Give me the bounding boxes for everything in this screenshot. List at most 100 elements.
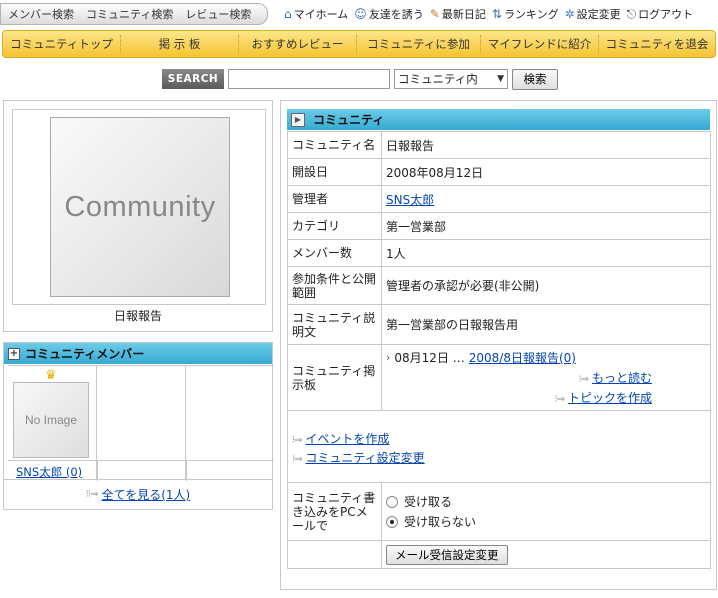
board-topic-link[interactable]: 2008/8日報報告(0)	[469, 349, 576, 366]
name-label: コミュニティ名	[287, 131, 382, 159]
create-event-link[interactable]: イベントを作成	[305, 432, 389, 446]
search-button[interactable]: 検索	[512, 68, 558, 90]
mail-label: コミュニティ書き込みをPCメールで	[287, 482, 382, 541]
pencil-icon: ✎	[429, 7, 440, 21]
my-home-link[interactable]: ⌂ マイホーム	[284, 6, 348, 22]
review-search-link[interactable]: レビュー検索	[185, 6, 251, 22]
chevron-right-icon: ›	[386, 351, 391, 364]
create-topic-link[interactable]: トピックを作成	[568, 391, 652, 405]
settings-label: 設定変更	[576, 8, 621, 21]
see-all-members-link[interactable]: 全てを見る(1人)	[101, 486, 190, 503]
home-icon: ⌂	[284, 7, 292, 21]
community-photo-panel: Community 日報報告	[3, 100, 273, 332]
community-info-header: ▶ コミュニティ	[287, 109, 710, 130]
arrow-icon: ⁝⇒	[292, 453, 303, 465]
community-info-table: コミュニティ名 日報報告 開設日 2008年08月12日 管理者 SNS太郎 カ…	[287, 131, 711, 569]
menu-community-top[interactable]: コミュニティトップ	[3, 35, 121, 53]
community-image: Community	[50, 117, 230, 297]
receive-option[interactable]: 受け取る	[386, 493, 706, 510]
community-name-caption: 日報報告	[113, 309, 162, 323]
community-image-text: Community	[64, 190, 216, 223]
member-avatar[interactable]: No Image	[13, 382, 89, 458]
ranking-icon: ⇅	[491, 7, 502, 21]
mail-button-cell: メール受信設定変更	[381, 540, 711, 569]
invite-icon: ☺	[354, 7, 367, 21]
arrow-icon: ⁝⇒	[292, 434, 303, 446]
members-header: + コミュニティメンバー	[4, 343, 272, 364]
play-icon: ▶	[291, 112, 305, 127]
read-more-row: ⁝⇒ もっと読む	[386, 369, 652, 386]
create-topic-row: ⁝⇒ トピックを作成	[386, 389, 652, 406]
search-scope-value: コミュニティ内	[398, 72, 478, 86]
invite-friends-link[interactable]: ☺ 友達を誘う	[354, 6, 424, 22]
community-info-panel: ▶ コミュニティ コミュニティ名 日報報告 開設日 2008年08月12日 管理…	[280, 100, 717, 590]
settings-link[interactable]: ✲ 設定変更	[565, 6, 621, 22]
description-value: 第一営業部の日報報告用	[381, 304, 711, 345]
latest-diary-label: 最新日記	[441, 8, 486, 21]
chevron-down-icon: ▼	[497, 74, 504, 84]
logout-link[interactable]: ⎋ ログアウト	[627, 6, 694, 22]
not-receive-option[interactable]: 受け取らない	[386, 513, 706, 530]
invite-friends-label: 友達を誘う	[368, 8, 424, 21]
menu-recommended-reviews[interactable]: おすすめレビュー	[239, 35, 357, 53]
members-footer: ⁝⁝⇒ 全てを見る(1人)	[4, 479, 272, 509]
menu-introduce-friend[interactable]: マイフレンドに紹介	[481, 35, 599, 53]
opened-value: 2008年08月12日	[381, 158, 711, 186]
member-search-link[interactable]: メンバー検索	[8, 6, 74, 22]
table-row: 開設日 2008年08月12日	[287, 158, 711, 186]
table-row: 参加条件と公開範囲 管理者の承認が必要(非公開)	[287, 266, 711, 305]
community-settings-link[interactable]: コミュニティ設定変更	[305, 451, 424, 465]
menu-board[interactable]: 掲 示 板	[121, 35, 239, 53]
expand-icon[interactable]: +	[8, 347, 20, 360]
member-name-link[interactable]: SNS太郎 (0)	[16, 464, 82, 480]
member-name-row: SNS太郎 (0)	[8, 460, 274, 481]
join-condition-label: 参加条件と公開範囲	[287, 266, 382, 305]
member-count-value: 1人	[381, 239, 711, 267]
my-home-label: マイホーム	[293, 8, 349, 21]
receive-radio[interactable]	[386, 495, 398, 508]
search-scope-select[interactable]: コミュニティ内 ▼	[394, 69, 508, 89]
no-image-text: No Image	[24, 413, 78, 427]
arrow-icon: ⁝⇒	[578, 374, 590, 385]
board-actions: ⁝⇒ もっと読む ⁝⇒ トピックを作成	[386, 369, 706, 406]
ranking-label: ランキング	[503, 8, 559, 21]
menu-join-community[interactable]: コミュニティに参加	[357, 35, 481, 53]
table-row: コミュニティ説明文 第一営業部の日報報告用	[287, 304, 711, 345]
admin-link[interactable]: SNS太郎	[386, 193, 434, 207]
logout-label: ログアウト	[638, 8, 694, 21]
menu-leave-community[interactable]: コミュニティを退会	[599, 35, 715, 53]
latest-diary-link[interactable]: ✎ 最新日記	[430, 6, 486, 22]
board-cell: › 08月12日 … 2008/8日報報告(0) ⁝⇒ もっと読む ⁝⇒ トピッ…	[381, 344, 711, 411]
photo-frame: Community	[12, 109, 266, 305]
search-label: SEARCH	[162, 69, 224, 89]
opened-label: 開設日	[287, 158, 382, 186]
crown-icon: ♛	[45, 368, 57, 383]
logout-icon: ⎋	[626, 7, 637, 21]
top-user-nav: ⌂ マイホーム ☺ 友達を誘う ✎ 最新日記 ⇅ ランキング ✲ 設定変更 ⎋ …	[284, 3, 718, 25]
table-row: メール受信設定変更	[287, 540, 711, 569]
ranking-link[interactable]: ⇅ ランキング	[492, 6, 559, 22]
description-label: コミュニティ説明文	[287, 304, 382, 345]
member-count-label: メンバー数	[287, 239, 382, 267]
read-more-link[interactable]: もっと読む	[592, 371, 652, 385]
mail-options: 受け取る 受け取らない	[381, 482, 711, 541]
members-title: コミュニティメンバー	[25, 347, 145, 361]
change-settings-row: ⁝⇒ コミュニティ設定変更	[292, 449, 706, 466]
table-row: メンバー数 1人	[287, 239, 711, 267]
mail-settings-button[interactable]: メール受信設定変更	[386, 544, 508, 565]
community-search-link[interactable]: コミュニティ検索	[86, 6, 173, 22]
table-row: コミュニティ書き込みをPCメールで 受け取る 受け取らない	[287, 482, 711, 541]
search-input[interactable]	[228, 69, 390, 89]
not-receive-radio[interactable]	[386, 515, 398, 528]
gear-icon: ✲	[564, 7, 575, 21]
table-row: コミュニティ名 日報報告	[287, 131, 711, 159]
empty-label	[287, 540, 382, 569]
members-panel: + コミュニティメンバー ♛ No Image SNS太郎 (0) ⁝⁝⇒ 全て…	[3, 342, 274, 510]
join-condition-value: 管理者の承認が必要(非公開)	[381, 266, 711, 305]
table-row: カテゴリ 第一営業部	[287, 212, 711, 240]
board-date: 08月12日 …	[394, 351, 465, 365]
not-receive-label: 受け取らない	[404, 515, 477, 529]
admin-cell: SNS太郎	[381, 185, 711, 213]
divider	[97, 461, 98, 481]
category-label: カテゴリ	[287, 212, 382, 240]
